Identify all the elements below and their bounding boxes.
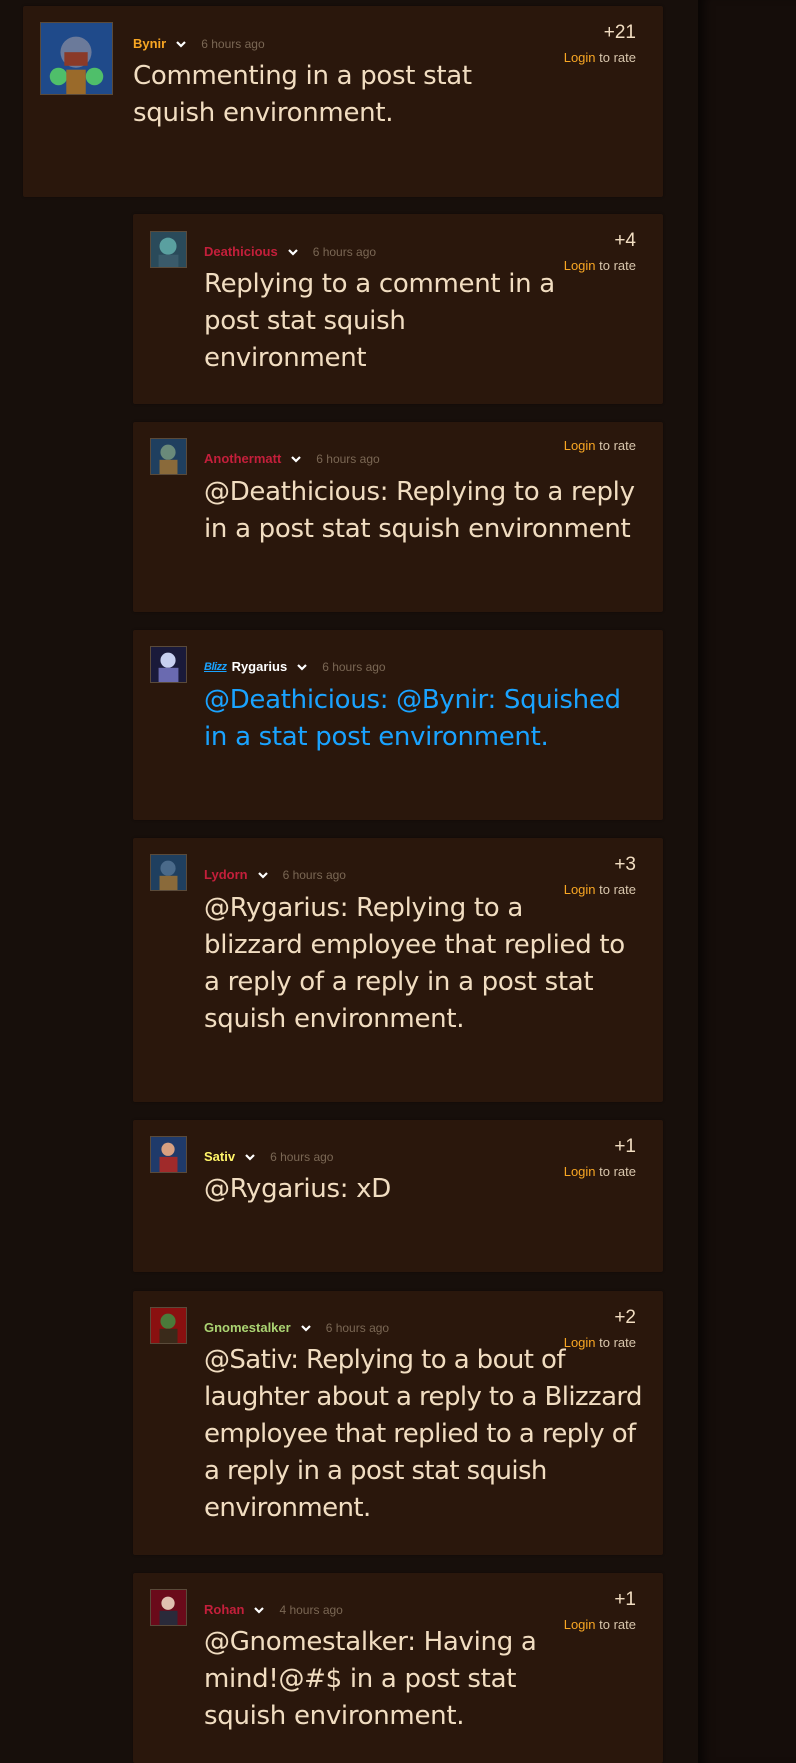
- orc-portrait-icon[interactable]: [150, 1307, 187, 1344]
- login-link[interactable]: Login: [564, 50, 596, 65]
- comment-body: @Gnomestalker: Having a mind!@#$ in a po…: [204, 1627, 537, 1731]
- author-name[interactable]: Deathicious: [204, 244, 278, 259]
- comment-meta: Rohan 4 hours ago: [204, 1602, 343, 1617]
- timestamp: 6 hours ago: [201, 36, 265, 51]
- login-link[interactable]: Login: [564, 1617, 596, 1632]
- chevron-down-icon[interactable]: [175, 38, 187, 50]
- score: +3: [614, 854, 636, 875]
- login-link[interactable]: Login: [564, 258, 596, 273]
- troll-portrait-icon[interactable]: [150, 854, 187, 891]
- rate-suffix: to rate: [595, 50, 636, 65]
- comment-meta: Gnomestalker 6 hours ago: [204, 1320, 389, 1335]
- login-link[interactable]: Login: [564, 1335, 596, 1350]
- chevron-down-icon[interactable]: [257, 869, 269, 881]
- timestamp: 6 hours ago: [312, 244, 377, 259]
- human-portrait-icon[interactable]: [150, 1136, 187, 1173]
- chevron-down-icon[interactable]: [287, 246, 299, 258]
- rate-prompt: Login to rate: [516, 50, 636, 65]
- login-link[interactable]: Login: [564, 438, 596, 453]
- comment-meta: Blizz Rygarius 6 hours ago: [204, 659, 386, 674]
- timestamp: 6 hours ago: [270, 1149, 334, 1164]
- timestamp: 6 hours ago: [325, 1320, 390, 1335]
- blizzard-portrait-icon[interactable]: [150, 646, 187, 683]
- timestamp: 6 hours ago: [282, 867, 346, 882]
- rate-suffix: to rate: [595, 1335, 636, 1350]
- rate-suffix: to rate: [595, 1617, 636, 1632]
- score: +21: [603, 22, 636, 43]
- troll-portrait-icon[interactable]: [150, 438, 187, 475]
- author-name[interactable]: Anothermatt: [204, 451, 281, 466]
- score: +1: [614, 1589, 636, 1610]
- comment-meta: Sativ 6 hours ago: [204, 1149, 333, 1164]
- comment-body: Commenting in a post stat squish environ…: [133, 61, 472, 128]
- comment-body: @Sativ: Replying to a bout of laughter a…: [204, 1345, 643, 1523]
- comment-body: @Deathicious: Replying to a reply in a p…: [204, 477, 635, 544]
- undead-portrait-icon[interactable]: [150, 231, 187, 268]
- timestamp: 4 hours ago: [279, 1602, 343, 1617]
- rate-suffix: to rate: [595, 1164, 636, 1179]
- score: +2: [614, 1307, 636, 1328]
- chevron-down-icon[interactable]: [253, 1604, 265, 1616]
- comment-meta: Bynir 6 hours ago: [133, 36, 265, 51]
- comment-body: @Deathicious: @Bynir: Squished in a stat…: [204, 685, 621, 752]
- rate-prompt: Login to rate: [516, 258, 636, 273]
- timestamp: 6 hours ago: [316, 451, 380, 466]
- chevron-down-icon[interactable]: [290, 453, 302, 465]
- author-name[interactable]: Rygarius: [232, 659, 288, 674]
- gnome-portrait-icon[interactable]: [40, 22, 113, 95]
- login-link[interactable]: Login: [564, 882, 596, 897]
- chevron-down-icon[interactable]: [300, 1322, 312, 1334]
- comment-meta: Anothermatt 6 hours ago: [204, 451, 380, 466]
- rate-suffix: to rate: [595, 438, 636, 453]
- rate-prompt: Login to rate: [516, 1617, 636, 1632]
- blood-elf-portrait-icon[interactable]: [150, 1589, 187, 1626]
- chevron-down-icon[interactable]: [296, 661, 308, 673]
- login-link[interactable]: Login: [564, 1164, 596, 1179]
- score: +1: [614, 1136, 636, 1157]
- author-name[interactable]: Sativ: [204, 1149, 235, 1164]
- comment-body: Replying to a comment in a post stat squ…: [204, 269, 555, 373]
- comment-meta: Deathicious 6 hours ago: [204, 244, 376, 259]
- author-name[interactable]: Rohan: [204, 1602, 244, 1617]
- comment-body: @Rygarius: Replying to a blizzard employ…: [204, 893, 625, 1034]
- rate-suffix: to rate: [595, 258, 636, 273]
- author-name[interactable]: Gnomestalker: [204, 1320, 291, 1335]
- author-name[interactable]: Bynir: [133, 36, 166, 51]
- rate-prompt: Login to rate: [516, 1335, 636, 1350]
- right-sidebar: [698, 0, 796, 1763]
- comment-meta: Lydorn 6 hours ago: [204, 867, 346, 882]
- author-name[interactable]: Lydorn: [204, 867, 248, 882]
- rate-prompt: Login to rate: [516, 438, 636, 453]
- rate-prompt: Login to rate: [516, 1164, 636, 1179]
- blizzard-badge-icon: Blizz: [204, 660, 227, 673]
- rate-suffix: to rate: [595, 882, 636, 897]
- timestamp: 6 hours ago: [322, 659, 386, 674]
- chevron-down-icon[interactable]: [244, 1151, 256, 1163]
- rate-prompt: Login to rate: [516, 882, 636, 897]
- score: +4: [614, 230, 636, 251]
